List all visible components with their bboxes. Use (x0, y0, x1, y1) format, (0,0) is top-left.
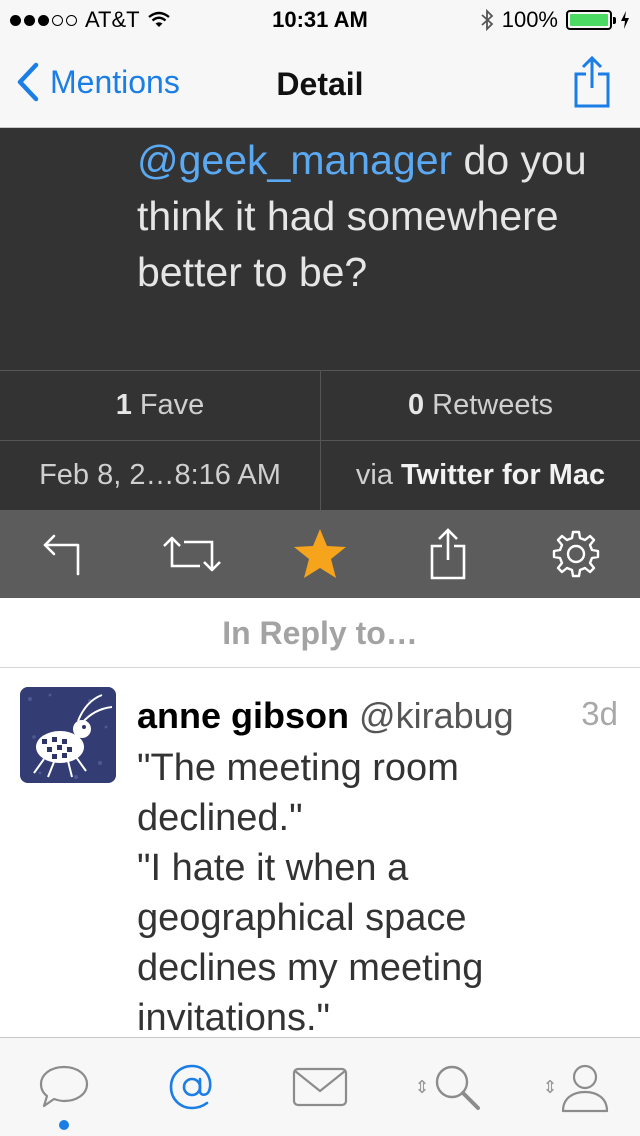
timeline-tab[interactable] (9, 1042, 119, 1132)
reply-timestamp: 3d (581, 695, 618, 732)
battery-icon (566, 10, 616, 30)
search-icon (435, 1065, 480, 1110)
battery-level (570, 14, 608, 26)
retweet-button[interactable] (152, 519, 232, 589)
via-app-name: Twitter for Mac (400, 459, 606, 491)
reply-text-line: geographical space (137, 897, 467, 939)
reply-text-line: "The meeting room (137, 747, 459, 789)
envelope-icon (292, 1067, 348, 1107)
tweet-mention-link[interactable]: @geek_manager (137, 137, 452, 183)
tweet-detail: @geek_manager do you think it had somewh… (0, 128, 640, 370)
bluetooth-icon (481, 8, 494, 32)
status-right: 100% (480, 7, 630, 33)
retweet-label: Retweets (432, 389, 554, 421)
in-reply-to-header: In Reply to… (0, 598, 640, 668)
mentions-tab[interactable] (137, 1042, 247, 1132)
fave-count: 1 (115, 389, 132, 421)
reply-text-line: declines my meeting (137, 947, 484, 989)
reply-author-name: anne gibson (137, 695, 350, 736)
tweet-source[interactable]: via Twitter for Mac (320, 441, 640, 510)
profile-tab[interactable]: ⇕ (521, 1042, 631, 1132)
reply-text-line: declined." (137, 797, 303, 839)
navigation-bar: Mentions Detail (0, 40, 640, 128)
fave-label: Fave (139, 389, 205, 421)
tweet-action-toolbar (0, 510, 640, 598)
gear-icon (552, 530, 600, 578)
tweet-stats: 1 Fave 0 Retweets (0, 370, 640, 440)
tab-bar: ⇕ ⇕ (0, 1037, 640, 1136)
reply-tweet[interactable]: anne gibson @kirabug 3d "The meeting roo… (0, 669, 640, 1037)
sort-arrows-icon: ⇕ (542, 1077, 558, 1097)
retweet-count: 0 (407, 389, 425, 421)
avatar[interactable] (20, 687, 116, 783)
page-title: Detail (276, 66, 364, 102)
via-prefix: via (355, 459, 393, 491)
retweet-icon (163, 536, 221, 572)
reply-text-line: "I hate it when a (137, 847, 409, 889)
messages-tab[interactable] (265, 1042, 375, 1132)
sort-arrows-icon: ⇕ (414, 1077, 430, 1097)
status-bar: AT&T 10:31 AM 100% (0, 0, 640, 40)
reply-author-handle: @kirabug (359, 695, 514, 736)
person-icon (561, 1064, 608, 1113)
share-button[interactable] (572, 54, 612, 115)
charging-icon (621, 11, 629, 29)
reply-text-line: invitations." (137, 997, 331, 1037)
at-sign-icon (169, 1064, 212, 1110)
tweet-date: Feb 8, 2…8:16 AM (39, 459, 281, 491)
unread-indicator (59, 1120, 69, 1130)
reply-author: anne gibson @kirabug (137, 695, 622, 737)
share-icon (574, 55, 610, 108)
share-icon (430, 528, 466, 580)
battery-percent: 100% (501, 7, 558, 32)
speech-bubble-icon (39, 1065, 89, 1108)
reply-text: "The meeting room declined." "I hate it … (137, 743, 537, 1037)
reply-icon (43, 534, 80, 576)
search-tab[interactable]: ⇕ (393, 1042, 503, 1132)
favorite-button[interactable] (280, 519, 360, 589)
avatar-image (20, 687, 116, 783)
share-tweet-button[interactable] (408, 519, 488, 589)
tweet-meta: Feb 8, 2…8:16 AM via Twitter for Mac (0, 440, 640, 510)
star-icon (294, 529, 346, 578)
fave-count-cell[interactable]: 1 Fave (0, 371, 320, 440)
settings-button[interactable] (536, 519, 616, 589)
retweet-count-cell[interactable]: 0 Retweets (320, 371, 640, 440)
reply-button[interactable] (24, 519, 104, 589)
tweet-text: @geek_manager do you think it had somewh… (137, 132, 617, 300)
